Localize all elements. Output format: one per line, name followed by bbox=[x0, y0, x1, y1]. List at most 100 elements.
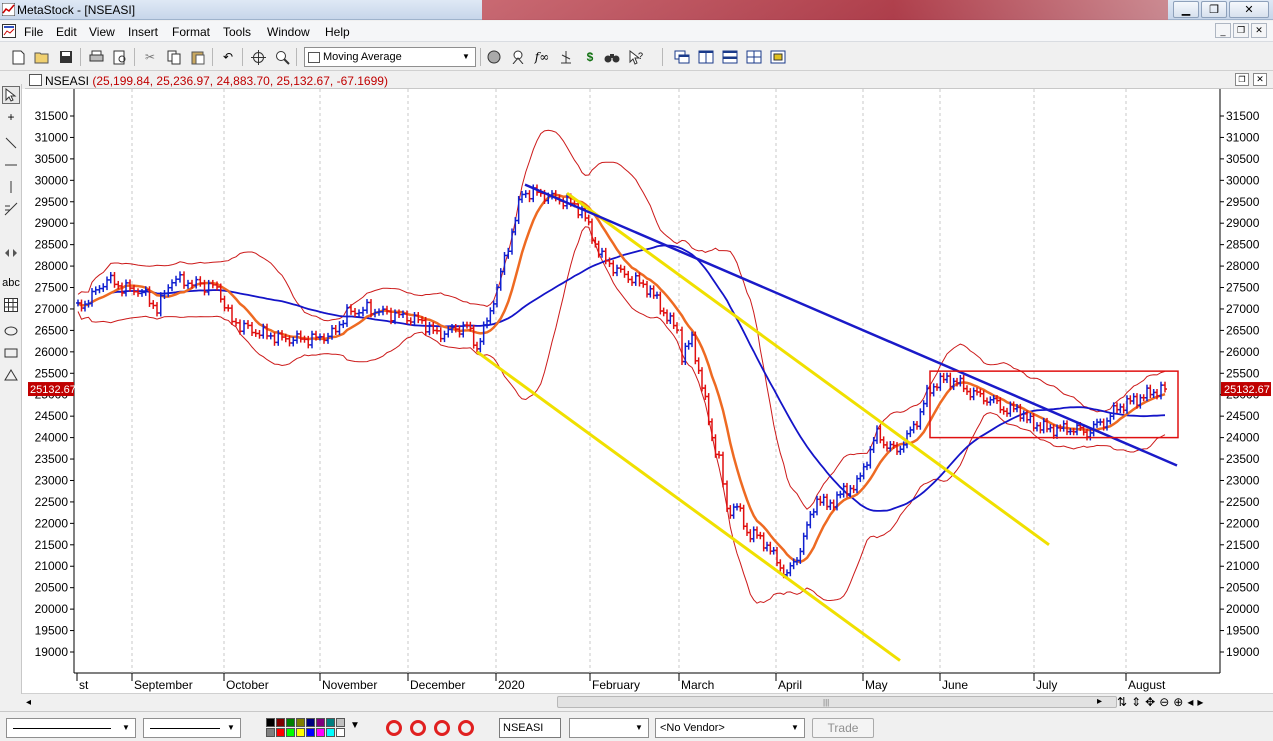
triangle-icon[interactable] bbox=[2, 366, 20, 384]
palette-color-5[interactable] bbox=[316, 718, 325, 727]
chart-scrollbar[interactable]: ◂ ||| ▸ ⇅ ⇕ ✥ ⊖ ⊕ ◂ ▸ bbox=[22, 693, 1273, 710]
mdi-restore-button[interactable]: ❐ bbox=[1233, 23, 1249, 38]
palette-color-4[interactable] bbox=[306, 718, 315, 727]
nav-arrows-icon[interactable] bbox=[2, 244, 20, 262]
crosshair-tool-icon[interactable]: + bbox=[2, 108, 20, 126]
y-tick-label-right: 19500 bbox=[1226, 624, 1260, 638]
page-left-icon[interactable]: ◂ bbox=[1187, 695, 1193, 709]
palette-color-12[interactable] bbox=[306, 728, 315, 737]
move-icon[interactable]: ✥ bbox=[1145, 695, 1155, 709]
ring-style-1-icon[interactable] bbox=[386, 720, 402, 736]
vendor-select[interactable]: <No Vendor> ▼ bbox=[655, 718, 805, 738]
chevron-down-icon: ▼ bbox=[227, 723, 235, 732]
split-icon[interactable]: ⇕ bbox=[1131, 695, 1141, 709]
y-tick-label-left: 19000 bbox=[35, 645, 69, 659]
rectangle-icon[interactable] bbox=[2, 344, 20, 362]
line-weight-select[interactable]: ▼ bbox=[143, 718, 241, 738]
vertical-line-icon[interactable] bbox=[2, 178, 20, 196]
close-button[interactable]: ✕ bbox=[1229, 1, 1269, 18]
line-style-select[interactable]: ▼ bbox=[6, 718, 136, 738]
y-tick-label-right: 20000 bbox=[1226, 602, 1260, 616]
print-preview-icon[interactable] bbox=[112, 49, 128, 65]
arrange-icon[interactable] bbox=[770, 49, 786, 65]
scroll-thumb[interactable]: ||| bbox=[557, 696, 1117, 708]
zoom-icon[interactable] bbox=[274, 49, 290, 65]
new-icon[interactable] bbox=[10, 49, 26, 65]
y-tick-label-left: 20500 bbox=[35, 581, 69, 595]
save-icon[interactable] bbox=[58, 49, 74, 65]
palette-color-14[interactable] bbox=[326, 728, 335, 737]
cascade-icon[interactable] bbox=[674, 49, 690, 65]
palette-color-11[interactable] bbox=[296, 728, 305, 737]
menu-edit[interactable]: Edit bbox=[56, 25, 77, 39]
zoom-in-icon[interactable]: ⊕ bbox=[1173, 695, 1183, 709]
explorer-icon[interactable] bbox=[510, 49, 526, 65]
menu-format[interactable]: Format bbox=[172, 25, 210, 39]
palette-color-0[interactable] bbox=[266, 718, 275, 727]
y-tick-label-left: 22000 bbox=[35, 516, 69, 530]
palette-color-8[interactable] bbox=[266, 728, 275, 737]
scroll-left-icon[interactable]: ◂ bbox=[26, 697, 31, 708]
crosshair-icon[interactable] bbox=[250, 49, 266, 65]
palette-color-2[interactable] bbox=[286, 718, 295, 727]
palette-color-15[interactable] bbox=[336, 728, 345, 737]
text-abc-icon[interactable]: abc bbox=[2, 274, 20, 292]
menu-tools[interactable]: Tools bbox=[223, 25, 251, 39]
palette-more-icon[interactable]: ▼ bbox=[350, 720, 360, 731]
horizontal-line-icon[interactable] bbox=[2, 156, 20, 174]
menu-help[interactable]: Help bbox=[325, 25, 350, 39]
menu-insert[interactable]: Insert bbox=[128, 25, 158, 39]
binoculars-icon[interactable] bbox=[604, 49, 620, 65]
palette-color-13[interactable] bbox=[316, 728, 325, 737]
paste-icon[interactable] bbox=[190, 49, 206, 65]
color-palette[interactable] bbox=[266, 718, 348, 738]
period-select[interactable]: ▼ bbox=[569, 718, 649, 738]
help-icon[interactable]: ? bbox=[628, 49, 644, 65]
trendline-icon[interactable] bbox=[2, 134, 20, 152]
grid-icon[interactable] bbox=[2, 296, 20, 314]
scroll-right-icon[interactable]: ▸ bbox=[1097, 696, 1102, 707]
undo-icon[interactable]: ↶ bbox=[220, 49, 236, 65]
tile-horizontal-icon[interactable] bbox=[722, 49, 738, 65]
palette-color-7[interactable] bbox=[336, 718, 345, 727]
ring-style-3-icon[interactable] bbox=[434, 720, 450, 736]
minimize-button[interactable]: ▁ bbox=[1173, 1, 1199, 18]
sync-icon[interactable]: ⇅ bbox=[1117, 695, 1127, 709]
fibonacci-icon[interactable] bbox=[2, 200, 20, 218]
system-tester-icon[interactable] bbox=[558, 49, 574, 65]
print-icon[interactable] bbox=[88, 49, 104, 65]
zoom-out-icon[interactable]: ⊖ bbox=[1159, 695, 1169, 709]
ellipse-icon[interactable] bbox=[2, 322, 20, 340]
indicator-select[interactable]: Moving Average ▼ bbox=[304, 47, 476, 67]
page-right-icon[interactable]: ▸ bbox=[1197, 695, 1203, 709]
copy-icon[interactable] bbox=[166, 49, 182, 65]
pointer-icon[interactable] bbox=[2, 86, 20, 104]
palette-color-6[interactable] bbox=[326, 718, 335, 727]
trade-button[interactable]: Trade bbox=[812, 718, 874, 738]
palette-color-1[interactable] bbox=[276, 718, 285, 727]
indicator-builder-icon[interactable] bbox=[486, 49, 502, 65]
mdi-close-button[interactable]: ✕ bbox=[1251, 23, 1267, 38]
menu-file[interactable]: File bbox=[24, 25, 43, 39]
open-icon[interactable] bbox=[34, 49, 50, 65]
symbol-field[interactable]: NSEASI bbox=[499, 718, 561, 738]
ring-style-2-icon[interactable] bbox=[410, 720, 426, 736]
price-chart[interactable]: st September October November December 2020 Fe… bbox=[22, 89, 1273, 693]
menu-window[interactable]: Window bbox=[267, 25, 310, 39]
palette-color-3[interactable] bbox=[296, 718, 305, 727]
tile-vertical-icon[interactable] bbox=[698, 49, 714, 65]
dollar-icon[interactable]: $ bbox=[582, 49, 598, 65]
maximize-button[interactable]: ❐ bbox=[1201, 1, 1227, 18]
chart-close-button[interactable]: ✕ bbox=[1253, 73, 1267, 86]
chart-document-icon[interactable] bbox=[2, 24, 16, 38]
y-tick-label-left: 31000 bbox=[35, 130, 69, 144]
chart-restore-button[interactable]: ❐ bbox=[1235, 73, 1249, 86]
palette-color-9[interactable] bbox=[276, 728, 285, 737]
mdi-minimize-button[interactable]: _ bbox=[1215, 23, 1231, 38]
palette-color-10[interactable] bbox=[286, 728, 295, 737]
tile-grid-icon[interactable] bbox=[746, 49, 762, 65]
menu-view[interactable]: View bbox=[89, 25, 115, 39]
cut-icon[interactable]: ✂ bbox=[142, 49, 158, 65]
ring-style-4-icon[interactable] bbox=[458, 720, 474, 736]
expert-advisor-icon[interactable]: f∞ bbox=[534, 49, 550, 65]
